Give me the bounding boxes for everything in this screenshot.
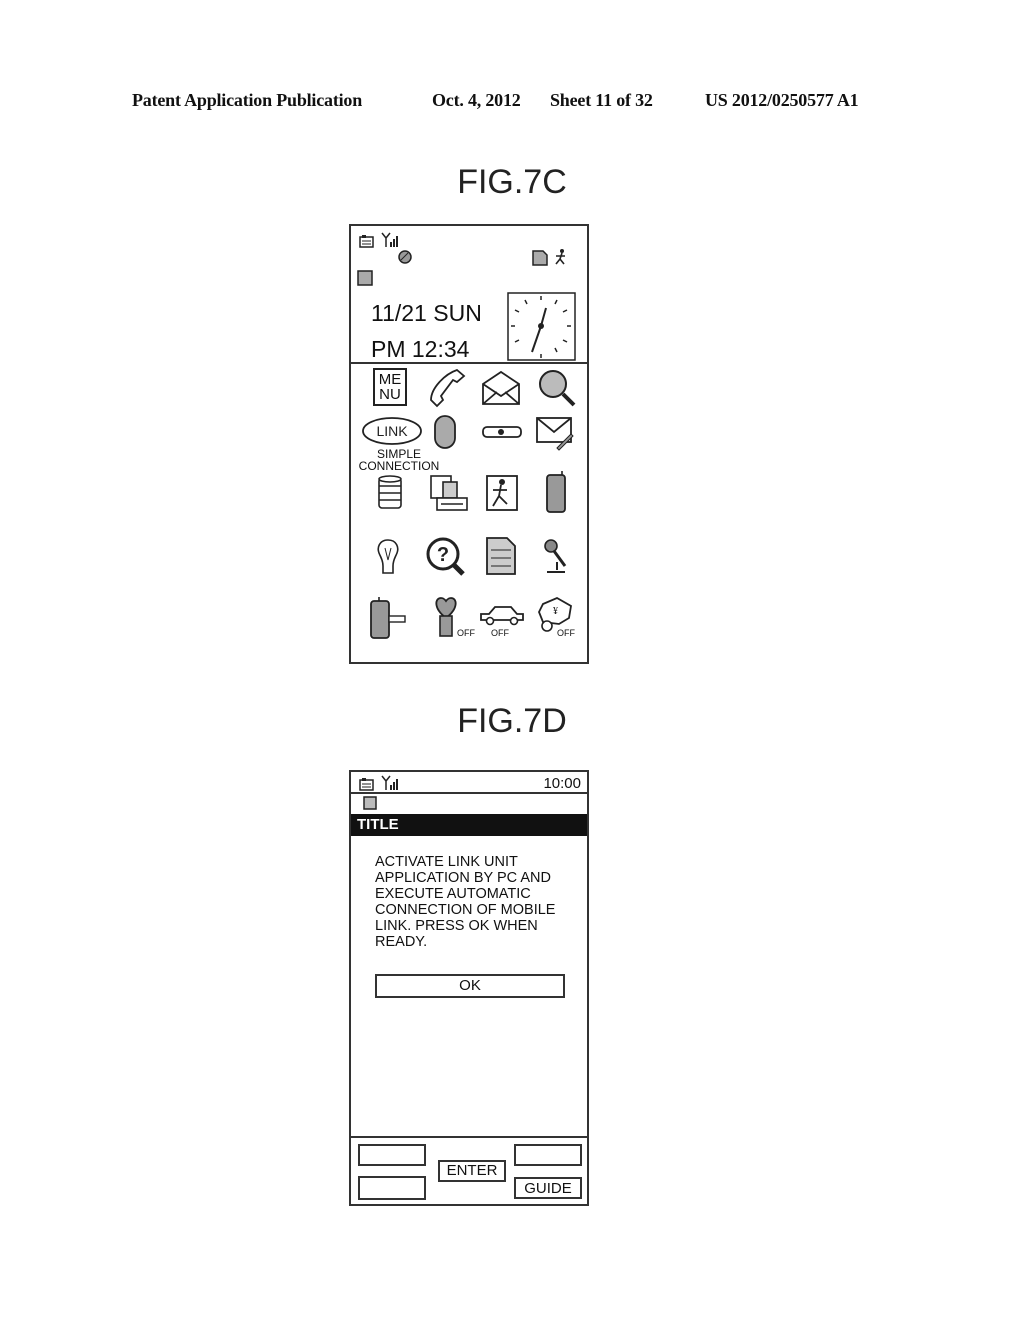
- battery-icon: [359, 778, 374, 791]
- guide-button[interactable]: GUIDE: [514, 1177, 582, 1199]
- simple-connection-label: SIMPLE CONNECTION: [358, 447, 440, 473]
- svg-text:¥: ¥: [553, 606, 558, 617]
- mail-edit-icon[interactable]: [535, 416, 575, 452]
- date-display: 11/21 SUN: [371, 300, 482, 326]
- message-text: ACTIVATE LINK UNIT APPLICATION BY PC AND…: [375, 854, 585, 950]
- heart-key-off-badge: OFF: [457, 628, 475, 638]
- signal-antenna-icon: [381, 232, 398, 247]
- title-bar: TITLE: [351, 814, 587, 836]
- status-divider: [351, 792, 587, 794]
- phone-screen-7c: 11/21 SUN PM 12:34 ME NU LINK SIMPLE CONN…: [349, 224, 589, 664]
- database-icon[interactable]: [377, 474, 403, 512]
- message-line: READY.: [375, 934, 428, 950]
- key-icon[interactable]: [481, 424, 523, 440]
- sheet-number: Sheet 11 of 32: [550, 90, 653, 110]
- analog-clock-icon: [507, 292, 576, 361]
- open-envelope-icon[interactable]: [481, 370, 521, 406]
- microphone-icon[interactable]: [541, 538, 571, 576]
- globe-icon: [398, 250, 412, 264]
- softkey-left-top-button[interactable]: [358, 1144, 426, 1166]
- mail-indicator-icon: [363, 796, 377, 810]
- svg-text:LINK: LINK: [376, 423, 408, 439]
- ok-button[interactable]: OK: [375, 974, 565, 998]
- car-off-badge: OFF: [491, 628, 509, 638]
- publication-date: Oct. 4, 2012: [432, 90, 521, 110]
- walking-person-icon: [555, 249, 565, 265]
- enter-button[interactable]: ENTER: [438, 1160, 506, 1182]
- mail-indicator-icon: [357, 270, 373, 286]
- status-clock: 10:00: [543, 775, 581, 792]
- message-line: LINK. PRESS OK WHEN: [375, 918, 538, 934]
- message-line: ACTIVATE LINK UNIT: [375, 854, 518, 870]
- wallet-off-badge: OFF: [557, 628, 575, 638]
- memo-icon: [532, 250, 548, 266]
- battery-icon: [359, 235, 374, 248]
- signal-antenna-icon: [381, 775, 398, 790]
- softkey-divider: [351, 1136, 587, 1138]
- softkey-right-top-button[interactable]: [514, 1144, 582, 1166]
- phone-icon[interactable]: [429, 368, 467, 408]
- message-line: EXECUTE AUTOMATIC: [375, 886, 531, 902]
- menu-icon[interactable]: ME NU: [373, 368, 407, 406]
- figure-title-7c: FIG.7C: [457, 163, 567, 201]
- running-person-icon[interactable]: [485, 474, 519, 512]
- publication-label: Patent Application Publication: [132, 90, 363, 110]
- mobile-phone-icon[interactable]: [545, 470, 567, 514]
- printer-icon[interactable]: [429, 474, 469, 514]
- phone-screen-7d: 10:00 TITLE ACTIVATE LINK UNIT APPLICATI…: [349, 770, 589, 1206]
- section-divider: [351, 362, 587, 364]
- help-magnifier-icon[interactable]: ?: [425, 536, 467, 578]
- link-icon[interactable]: LINK: [361, 416, 423, 446]
- figure-title-7d: FIG.7D: [457, 702, 567, 740]
- svg-text:?: ?: [437, 544, 449, 566]
- patent-number: US 2012/0250577 A1: [705, 90, 859, 110]
- light-bulb-icon[interactable]: [375, 538, 401, 576]
- magnifier-icon[interactable]: [537, 368, 577, 408]
- phone-key-icon[interactable]: [369, 596, 409, 640]
- car-icon[interactable]: [479, 604, 525, 628]
- document-icon[interactable]: [485, 536, 517, 576]
- capsule-icon[interactable]: [433, 414, 457, 450]
- softkey-left-bottom-button[interactable]: [358, 1176, 426, 1200]
- time-display: PM 12:34: [371, 336, 470, 362]
- message-line: CONNECTION OF MOBILE: [375, 902, 556, 918]
- message-line: APPLICATION BY PC AND: [375, 870, 551, 886]
